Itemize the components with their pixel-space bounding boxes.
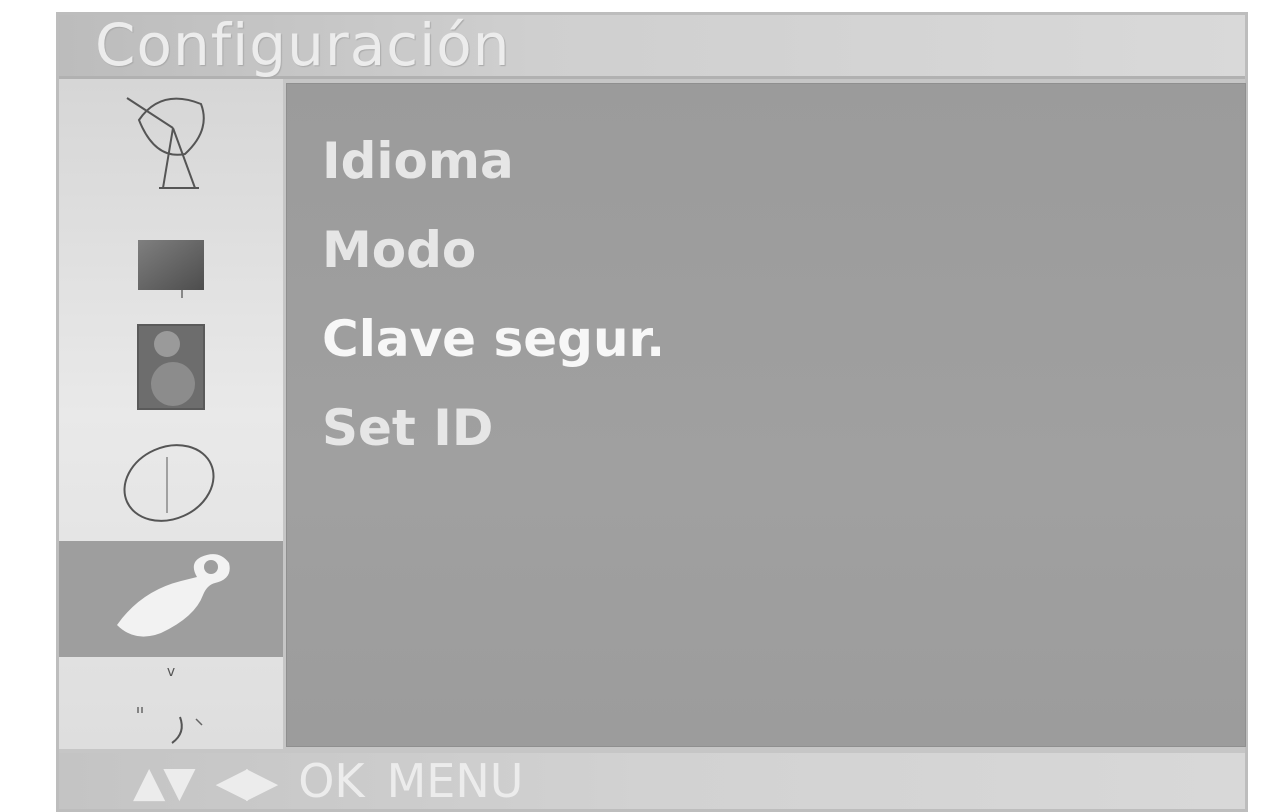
- ok-key-label: OK: [298, 754, 365, 808]
- main-menu-panel: Idioma Modo Clave segur. Set ID: [286, 83, 1246, 747]
- sidebar-item-signal[interactable]: [59, 695, 283, 749]
- menu-item-idioma[interactable]: Idioma: [322, 131, 665, 220]
- page-title: Configuración: [95, 11, 511, 79]
- menu-item-modo[interactable]: Modo: [322, 220, 665, 309]
- sidebar-item-audio[interactable]: [59, 315, 283, 419]
- title-bar: Configuración: [59, 11, 1245, 79]
- scroll-down-marker: v: [166, 664, 176, 680]
- sidebar-item-picture[interactable]: [59, 219, 283, 319]
- menu-list: Idioma Modo Clave segur. Set ID: [322, 131, 665, 487]
- speaker-icon: [137, 324, 205, 410]
- menu-item-clave-segur[interactable]: Clave segur.: [322, 309, 665, 398]
- signal-icon: [137, 707, 203, 744]
- menu-key-label: MENU: [386, 754, 524, 808]
- footer-key-guide: ▲▼ ◀▶ OK MENU: [59, 753, 1245, 809]
- sidebar: v: [59, 79, 283, 749]
- sidebar-item-setup[interactable]: [59, 541, 283, 657]
- sidebar-item-time[interactable]: [59, 431, 283, 535]
- osd-window: Configuración v Idioma Modo Clave segur.…: [56, 11, 1248, 812]
- sidebar-item-channel[interactable]: [59, 87, 283, 197]
- leftright-arrows-icon: ◀▶: [215, 756, 279, 806]
- clock-icon: [123, 444, 215, 522]
- satellite-dish-icon: [126, 97, 205, 189]
- picture-icon: [138, 240, 204, 298]
- menu-item-set-id[interactable]: Set ID: [322, 398, 665, 487]
- footer-keys: ▲▼ ◀▶ OK MENU: [133, 753, 523, 809]
- wrench-icon: [117, 554, 230, 637]
- updown-arrows-icon: ▲▼: [133, 756, 196, 806]
